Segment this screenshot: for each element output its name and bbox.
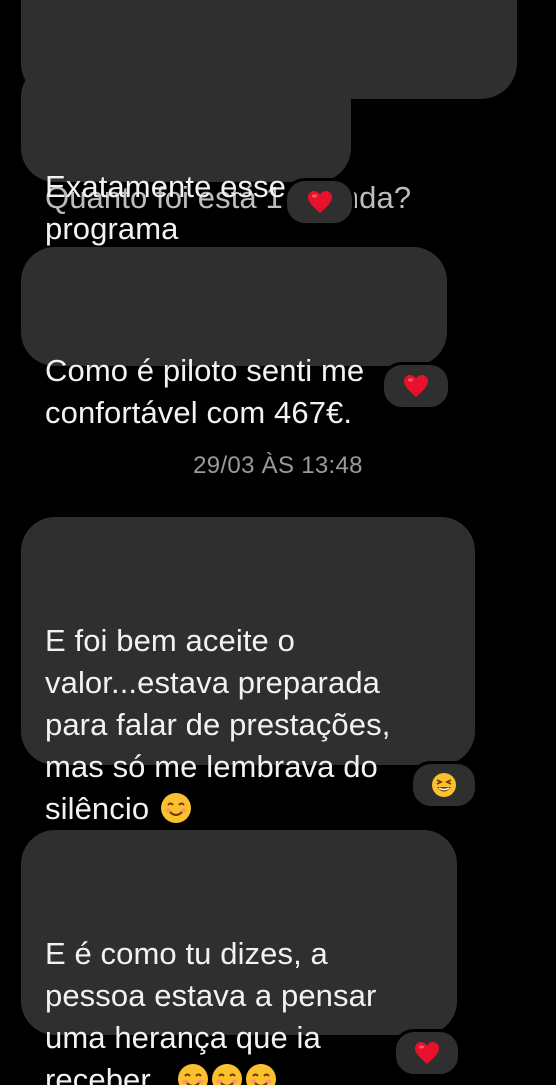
reaction-badge[interactable] xyxy=(381,362,451,410)
message-bubble[interactable]: E foi bem aceite o valor...estava prepar… xyxy=(21,517,475,826)
heart-icon xyxy=(307,191,332,213)
message-text: Como é piloto senti me confortável com 4… xyxy=(45,353,365,430)
message-bubble[interactable]: E é como tu dizes, a pessoa estava a pen… xyxy=(21,830,457,1085)
reaction-badge[interactable] xyxy=(410,761,478,809)
laughing-face-icon xyxy=(432,773,456,797)
message-bubble[interactable]: Exatamente esse programa xyxy=(21,63,351,246)
message-bubble[interactable]: Como é piloto senti me confortável com 4… xyxy=(21,247,447,430)
smiling-face-icon xyxy=(160,793,191,823)
smiling-face-icon xyxy=(178,1064,209,1085)
message-text: E foi bem aceite o valor...estava prepar… xyxy=(45,623,391,826)
message-text: E é como tu dizes, a pessoa estava a pen… xyxy=(45,933,433,1085)
reaction-badge[interactable] xyxy=(393,1029,461,1077)
reaction-badge[interactable] xyxy=(284,178,355,226)
smiling-face-icon xyxy=(212,1064,243,1085)
date-separator: 29/03 ÀS 13:48 xyxy=(193,452,363,479)
smiling-face-icon xyxy=(246,1064,277,1085)
heart-icon xyxy=(415,1042,439,1064)
heart-icon xyxy=(404,375,428,397)
